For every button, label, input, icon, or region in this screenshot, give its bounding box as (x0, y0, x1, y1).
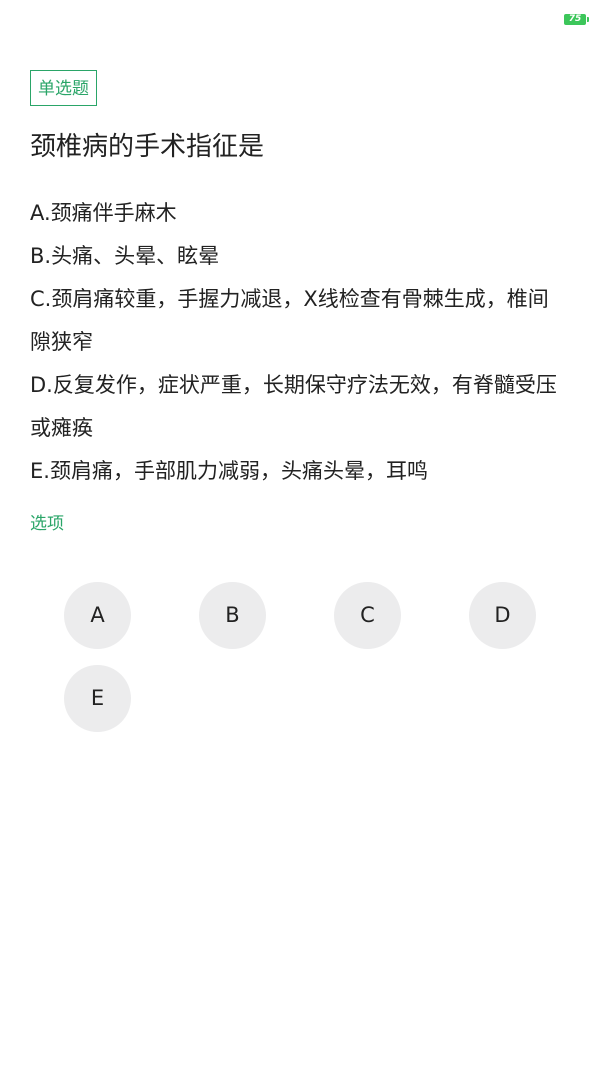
choice-button-c[interactable]: C (334, 582, 401, 649)
choice-button-b[interactable]: B (199, 582, 266, 649)
option-a: A.颈痛伴手麻木 (30, 201, 177, 225)
option-d: D.反复发作，症状严重，长期保守疗法无效，有脊髓受压或瘫痪 (30, 373, 557, 440)
choice-button-d[interactable]: D (469, 582, 536, 649)
choice-button-a[interactable]: A (64, 582, 131, 649)
options-list: A.颈痛伴手麻木 B.头痛、头晕、眩晕 C.颈肩痛较重，手握力减退，X线检查有骨… (30, 192, 564, 493)
question-title: 颈椎病的手术指征是 (30, 132, 265, 162)
option-e: E.颈肩痛，手部肌力减弱，头痛头晕，耳鸣 (30, 459, 428, 483)
options-section-label: 选项 (30, 514, 64, 534)
status-bar: 75 (0, 0, 600, 40)
option-c: C.颈肩痛较重，手握力减退，X线检查有骨棘生成，椎间隙狭窄 (30, 287, 549, 354)
option-b: B.头痛、头晕、眩晕 (30, 244, 220, 268)
choice-button-e[interactable]: E (64, 665, 131, 732)
battery-icon: 75 (564, 14, 589, 25)
question-type-badge: 单选题 (30, 70, 97, 106)
battery-level: 75 (568, 14, 582, 24)
